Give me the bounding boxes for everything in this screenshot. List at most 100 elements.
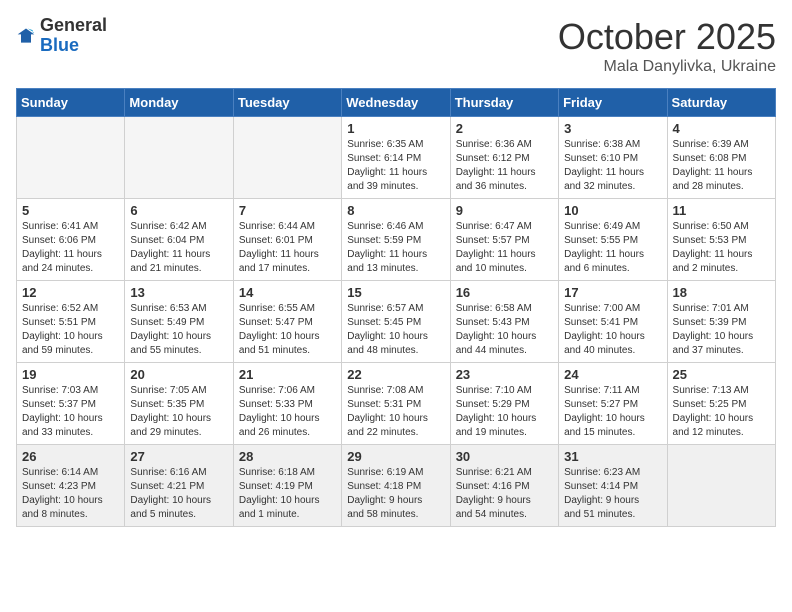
day-number: 2	[456, 121, 553, 136]
calendar-week-row: 5 Sunrise: 6:41 AM Sunset: 6:06 PM Daylig…	[17, 199, 776, 281]
day-info: Sunrise: 6:18 AM Sunset: 4:19 PM Dayligh…	[239, 466, 336, 522]
day-number: 6	[130, 203, 227, 218]
weekday-header: Tuesday	[233, 89, 341, 117]
calendar-week-row: 1Sunrise: 6:35 AM Sunset: 6:14 PM Daylig…	[17, 117, 776, 199]
calendar-cell: 26Sunrise: 6:14 AM Sunset: 4:23 PM Dayli…	[17, 445, 125, 527]
day-number: 16	[456, 285, 553, 300]
calendar-cell: 30 Sunrise: 6:21 AM Sunset: 4:16 PM Dayli…	[450, 445, 558, 527]
day-info: Sunrise: 7:06 AM Sunset: 5:33 PM Dayligh…	[239, 384, 336, 440]
title-block: October 2025 Mala Danylivka, Ukraine	[558, 16, 776, 76]
day-info: Sunrise: 6:53 AM Sunset: 5:49 PM Dayligh…	[130, 302, 227, 358]
day-info: Sunrise: 6:36 AM Sunset: 6:12 PM Dayligh…	[456, 138, 553, 194]
day-info: Sunrise: 7:10 AM Sunset: 5:29 PM Dayligh…	[456, 384, 553, 440]
calendar-cell: 19Sunrise: 7:03 AM Sunset: 5:37 PM Dayli…	[17, 363, 125, 445]
calendar-cell: 29 Sunrise: 6:19 AM Sunset: 4:18 PM Dayli…	[342, 445, 450, 527]
day-info: Sunrise: 6:57 AM Sunset: 5:45 PM Dayligh…	[347, 302, 444, 358]
calendar-cell: 8 Sunrise: 6:46 AM Sunset: 5:59 PM Daylig…	[342, 199, 450, 281]
calendar-week-row: 19Sunrise: 7:03 AM Sunset: 5:37 PM Dayli…	[17, 363, 776, 445]
day-info: Sunrise: 6:21 AM Sunset: 4:16 PM Dayligh…	[456, 466, 553, 522]
day-number: 29	[347, 449, 444, 464]
day-number: 21	[239, 367, 336, 382]
day-number: 4	[673, 121, 770, 136]
day-number: 28	[239, 449, 336, 464]
calendar-week-row: 12Sunrise: 6:52 AM Sunset: 5:51 PM Dayli…	[17, 281, 776, 363]
day-number: 30	[456, 449, 553, 464]
day-info: Sunrise: 6:46 AM Sunset: 5:59 PM Dayligh…	[347, 220, 444, 276]
weekday-header: Thursday	[450, 89, 558, 117]
day-info: Sunrise: 6:44 AM Sunset: 6:01 PM Dayligh…	[239, 220, 336, 276]
day-number: 10	[564, 203, 661, 218]
day-number: 18	[673, 285, 770, 300]
calendar-cell: 28 Sunrise: 6:18 AM Sunset: 4:19 PM Dayli…	[233, 445, 341, 527]
calendar: SundayMondayTuesdayWednesdayThursdayFrid…	[16, 88, 776, 527]
calendar-cell: 12Sunrise: 6:52 AM Sunset: 5:51 PM Dayli…	[17, 281, 125, 363]
day-info: Sunrise: 6:50 AM Sunset: 5:53 PM Dayligh…	[673, 220, 770, 276]
day-number: 24	[564, 367, 661, 382]
calendar-cell: 4 Sunrise: 6:39 AM Sunset: 6:08 PM Daylig…	[667, 117, 775, 199]
weekday-header: Saturday	[667, 89, 775, 117]
day-info: Sunrise: 6:49 AM Sunset: 5:55 PM Dayligh…	[564, 220, 661, 276]
calendar-cell: 17Sunrise: 7:00 AM Sunset: 5:41 PM Dayli…	[559, 281, 667, 363]
month-title: October 2025	[558, 16, 776, 58]
day-info: Sunrise: 6:39 AM Sunset: 6:08 PM Dayligh…	[673, 138, 770, 194]
day-info: Sunrise: 6:14 AM Sunset: 4:23 PM Dayligh…	[22, 466, 119, 522]
day-number: 13	[130, 285, 227, 300]
calendar-cell: 15 Sunrise: 6:57 AM Sunset: 5:45 PM Dayli…	[342, 281, 450, 363]
day-number: 25	[673, 367, 770, 382]
day-info: Sunrise: 6:38 AM Sunset: 6:10 PM Dayligh…	[564, 138, 661, 194]
day-number: 15	[347, 285, 444, 300]
calendar-cell: 13 Sunrise: 6:53 AM Sunset: 5:49 PM Dayli…	[125, 281, 233, 363]
weekday-header: Monday	[125, 89, 233, 117]
calendar-cell: 20 Sunrise: 7:05 AM Sunset: 5:35 PM Dayli…	[125, 363, 233, 445]
calendar-cell	[17, 117, 125, 199]
day-info: Sunrise: 7:01 AM Sunset: 5:39 PM Dayligh…	[673, 302, 770, 358]
logo-text: General Blue	[40, 16, 107, 56]
calendar-cell	[125, 117, 233, 199]
day-number: 31	[564, 449, 661, 464]
day-number: 11	[673, 203, 770, 218]
calendar-week-row: 26Sunrise: 6:14 AM Sunset: 4:23 PM Dayli…	[17, 445, 776, 527]
weekday-header-row: SundayMondayTuesdayWednesdayThursdayFrid…	[17, 89, 776, 117]
day-info: Sunrise: 6:19 AM Sunset: 4:18 PM Dayligh…	[347, 466, 444, 522]
calendar-cell: 25 Sunrise: 7:13 AM Sunset: 5:25 PM Dayli…	[667, 363, 775, 445]
calendar-cell: 21 Sunrise: 7:06 AM Sunset: 5:33 PM Dayli…	[233, 363, 341, 445]
calendar-cell: 9Sunrise: 6:47 AM Sunset: 5:57 PM Daylig…	[450, 199, 558, 281]
day-info: Sunrise: 6:52 AM Sunset: 5:51 PM Dayligh…	[22, 302, 119, 358]
calendar-cell: 18 Sunrise: 7:01 AM Sunset: 5:39 PM Dayli…	[667, 281, 775, 363]
location: Mala Danylivka, Ukraine	[558, 58, 776, 76]
day-info: Sunrise: 6:23 AM Sunset: 4:14 PM Dayligh…	[564, 466, 661, 522]
day-info: Sunrise: 6:42 AM Sunset: 6:04 PM Dayligh…	[130, 220, 227, 276]
calendar-cell: 5 Sunrise: 6:41 AM Sunset: 6:06 PM Daylig…	[17, 199, 125, 281]
calendar-cell: 2 Sunrise: 6:36 AM Sunset: 6:12 PM Daylig…	[450, 117, 558, 199]
calendar-cell: 22 Sunrise: 7:08 AM Sunset: 5:31 PM Dayli…	[342, 363, 450, 445]
calendar-cell: 10 Sunrise: 6:49 AM Sunset: 5:55 PM Dayli…	[559, 199, 667, 281]
day-info: Sunrise: 7:08 AM Sunset: 5:31 PM Dayligh…	[347, 384, 444, 440]
day-info: Sunrise: 7:00 AM Sunset: 5:41 PM Dayligh…	[564, 302, 661, 358]
day-number: 23	[456, 367, 553, 382]
day-number: 27	[130, 449, 227, 464]
calendar-cell: 23 Sunrise: 7:10 AM Sunset: 5:29 PM Dayli…	[450, 363, 558, 445]
calendar-cell: 11 Sunrise: 6:50 AM Sunset: 5:53 PM Dayli…	[667, 199, 775, 281]
calendar-cell	[667, 445, 775, 527]
calendar-cell: 3 Sunrise: 6:38 AM Sunset: 6:10 PM Daylig…	[559, 117, 667, 199]
page-header: General Blue October 2025 Mala Danylivka…	[16, 16, 776, 76]
day-info: Sunrise: 7:05 AM Sunset: 5:35 PM Dayligh…	[130, 384, 227, 440]
weekday-header: Wednesday	[342, 89, 450, 117]
day-number: 22	[347, 367, 444, 382]
day-number: 8	[347, 203, 444, 218]
day-number: 20	[130, 367, 227, 382]
day-info: Sunrise: 7:13 AM Sunset: 5:25 PM Dayligh…	[673, 384, 770, 440]
day-info: Sunrise: 6:55 AM Sunset: 5:47 PM Dayligh…	[239, 302, 336, 358]
day-number: 19	[22, 367, 119, 382]
day-number: 5	[22, 203, 119, 218]
calendar-cell: 7Sunrise: 6:44 AM Sunset: 6:01 PM Daylig…	[233, 199, 341, 281]
calendar-cell: 1Sunrise: 6:35 AM Sunset: 6:14 PM Daylig…	[342, 117, 450, 199]
day-number: 14	[239, 285, 336, 300]
calendar-cell: 24 Sunrise: 7:11 AM Sunset: 5:27 PM Dayli…	[559, 363, 667, 445]
day-info: Sunrise: 6:41 AM Sunset: 6:06 PM Dayligh…	[22, 220, 119, 276]
day-number: 3	[564, 121, 661, 136]
day-info: Sunrise: 6:47 AM Sunset: 5:57 PM Dayligh…	[456, 220, 553, 276]
day-info: Sunrise: 6:35 AM Sunset: 6:14 PM Dayligh…	[347, 138, 444, 194]
calendar-cell: 14 Sunrise: 6:55 AM Sunset: 5:47 PM Dayli…	[233, 281, 341, 363]
day-info: Sunrise: 7:11 AM Sunset: 5:27 PM Dayligh…	[564, 384, 661, 440]
